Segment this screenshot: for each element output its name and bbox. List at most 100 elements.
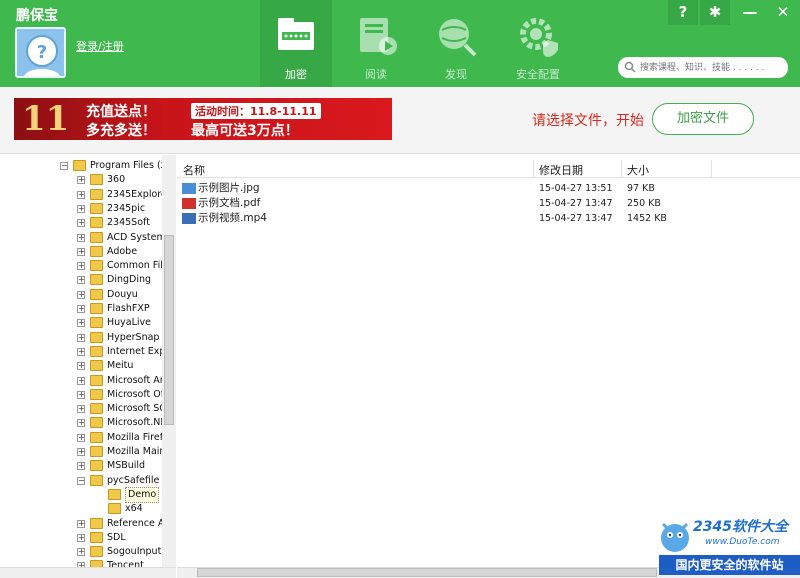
expand-icon[interactable]: + — [77, 519, 85, 528]
nav-tab-label: 安全配置 — [516, 68, 560, 81]
expand-icon[interactable]: + — [77, 233, 85, 242]
tree-item[interactable]: + Microsoft An — [0, 374, 175, 388]
tree-item[interactable]: +2345Soft — [0, 216, 175, 230]
expand-icon[interactable]: + — [77, 419, 85, 428]
list-scroll-thumb[interactable] — [197, 568, 657, 577]
column-header-size[interactable]: 大小 — [627, 162, 649, 178]
tree-item[interactable]: + Microsoft.NE — [0, 416, 175, 430]
expand-icon[interactable]: + — [77, 462, 85, 471]
column-divider[interactable] — [621, 160, 622, 178]
folder-icon — [90, 446, 103, 457]
search-input[interactable] — [640, 59, 784, 76]
tree-item[interactable]: + ACD System — [0, 231, 175, 245]
file-row[interactable]: 示例文档.pdf 15-04-27 13:47 250 KB — [177, 196, 800, 211]
tree-item[interactable]: + Microsoft Of — [0, 388, 175, 402]
search-box[interactable] — [618, 57, 788, 78]
column-divider[interactable] — [711, 160, 712, 178]
tree-item[interactable]: + FlashFXP — [0, 302, 175, 316]
collapse-icon[interactable]: − — [60, 162, 68, 170]
folder-icon — [73, 160, 86, 171]
nav-tab-discover[interactable]: 发现 — [420, 0, 492, 87]
expand-icon[interactable]: + — [77, 219, 85, 228]
banner-max: 最高可送3万点！ — [191, 123, 299, 139]
expand-icon[interactable]: + — [77, 305, 85, 313]
promo-banner[interactable]: 11 充值送点！ 多充多送！ 活动时间：11.8-11.11 最高可送3万点！ — [14, 98, 392, 140]
avatar[interactable]: ? — [15, 27, 66, 78]
tree-item[interactable]: + HuyaLive — [0, 316, 175, 330]
tree-item[interactable]: +360 — [0, 173, 175, 187]
column-header-name[interactable]: 名称 — [183, 162, 205, 178]
encrypt-file-button[interactable]: 加密文件 — [652, 103, 754, 135]
expand-icon[interactable]: + — [77, 390, 85, 399]
nav-tab-label: 发现 — [445, 68, 467, 81]
expand-icon[interactable]: + — [77, 448, 85, 456]
tree-item[interactable]: +2345pic — [0, 202, 175, 216]
tree-item-label: 360 — [107, 174, 126, 186]
settings-button[interactable]: ✱ — [700, 0, 730, 25]
tree-item[interactable]: − pycSafefile — [0, 474, 175, 488]
nav-tab-security[interactable]: 安全配置 — [502, 0, 574, 87]
folder-icon — [90, 317, 103, 329]
tree-item[interactable]: + Reference A — [0, 517, 175, 531]
expand-icon[interactable]: + — [77, 362, 85, 371]
tree-item[interactable]: Demo — [0, 486, 175, 503]
tree-item[interactable]: x64 — [0, 502, 175, 516]
tree-item[interactable]: + Microsoft SQ — [0, 402, 175, 416]
expand-icon[interactable]: + — [77, 176, 85, 185]
expand-icon[interactable]: + — [77, 533, 85, 542]
expand-icon[interactable]: + — [77, 290, 85, 299]
folder-tree[interactable]: − Program Files (x +360 +2345Explore +2345pi… — [0, 155, 176, 567]
tree-item[interactable]: + Tencent — [0, 559, 175, 567]
column-header-date[interactable]: 修改日期 — [539, 162, 583, 178]
tree-item[interactable]: + Common File — [0, 259, 175, 273]
expand-icon[interactable]: + — [77, 276, 85, 285]
tree-scroll-thumb[interactable] — [164, 235, 174, 425]
folder-icon — [90, 360, 103, 372]
banner-line2: 多充多送！ — [86, 123, 156, 139]
tree-item[interactable]: + SogouInput — [0, 545, 175, 559]
nav-tab-encrypt[interactable]: 加密 — [260, 0, 332, 87]
tree-item[interactable]: + MSBuild — [0, 459, 175, 473]
tree-item[interactable]: − Program Files (x — [0, 159, 175, 173]
expand-icon[interactable]: + — [77, 247, 85, 256]
expand-icon[interactable]: + — [77, 405, 85, 414]
expand-icon[interactable]: + — [77, 333, 85, 342]
tree-item[interactable]: + DingDing — [0, 273, 175, 287]
folder-icon — [90, 231, 103, 243]
file-row[interactable]: 示例视频.mp4 15-04-27 13:47 1452 KB — [177, 211, 800, 226]
tree-item-label: HuyaLive — [107, 317, 152, 329]
close-button[interactable]: ✕ — [768, 0, 798, 25]
tree-item-label: Mozilla Maint — [107, 446, 170, 457]
tree-item[interactable]: + Mozilla Maint — [0, 445, 175, 459]
tree-item[interactable]: + Douyu — [0, 288, 175, 302]
search-icon[interactable] — [624, 61, 636, 73]
tree-item-label: Meitu — [107, 360, 134, 372]
expand-icon[interactable]: + — [77, 319, 85, 328]
tree-item[interactable]: +2345Explore — [0, 188, 175, 202]
tree-item[interactable]: + Mozilla Firefo — [0, 431, 175, 445]
tree-item[interactable]: + Internet Exp — [0, 345, 175, 359]
collapse-icon[interactable]: − — [77, 476, 85, 485]
header: 鹏保宝 ? 登录/注册 加密 阅读 发现 安全配置 ? ✱ — ✕ 搜索课程、知… — [0, 0, 800, 87]
minimize-button[interactable]: — — [735, 0, 765, 25]
tree-item[interactable]: + Adobe — [0, 245, 175, 259]
folder-icon — [90, 345, 103, 357]
file-row[interactable]: 示例图片.jpg 15-04-27 13:51 97 KB — [177, 181, 800, 196]
expand-icon[interactable]: + — [77, 262, 85, 271]
expand-icon[interactable]: + — [77, 433, 85, 442]
login-link[interactable]: 登录/注册 — [76, 38, 124, 54]
expand-icon[interactable]: + — [77, 190, 85, 199]
expand-icon[interactable]: + — [77, 204, 85, 213]
tree-item-label: HyperSnap 6 — [107, 331, 169, 343]
tree-item[interactable]: + SDL — [0, 531, 175, 545]
tree-horizontal-scrollbar[interactable] — [0, 567, 176, 578]
expand-icon[interactable]: + — [77, 376, 85, 385]
banner-date: 活动时间：11.8-11.11 — [191, 103, 321, 119]
column-divider[interactable] — [533, 160, 534, 178]
expand-icon[interactable]: + — [77, 347, 85, 356]
expand-icon[interactable]: + — [77, 548, 85, 557]
help-button[interactable]: ? — [668, 0, 698, 25]
tree-item[interactable]: + HyperSnap 6 — [0, 331, 175, 345]
nav-tab-read[interactable]: 阅读 — [340, 0, 412, 87]
tree-item[interactable]: + Meitu — [0, 359, 175, 373]
